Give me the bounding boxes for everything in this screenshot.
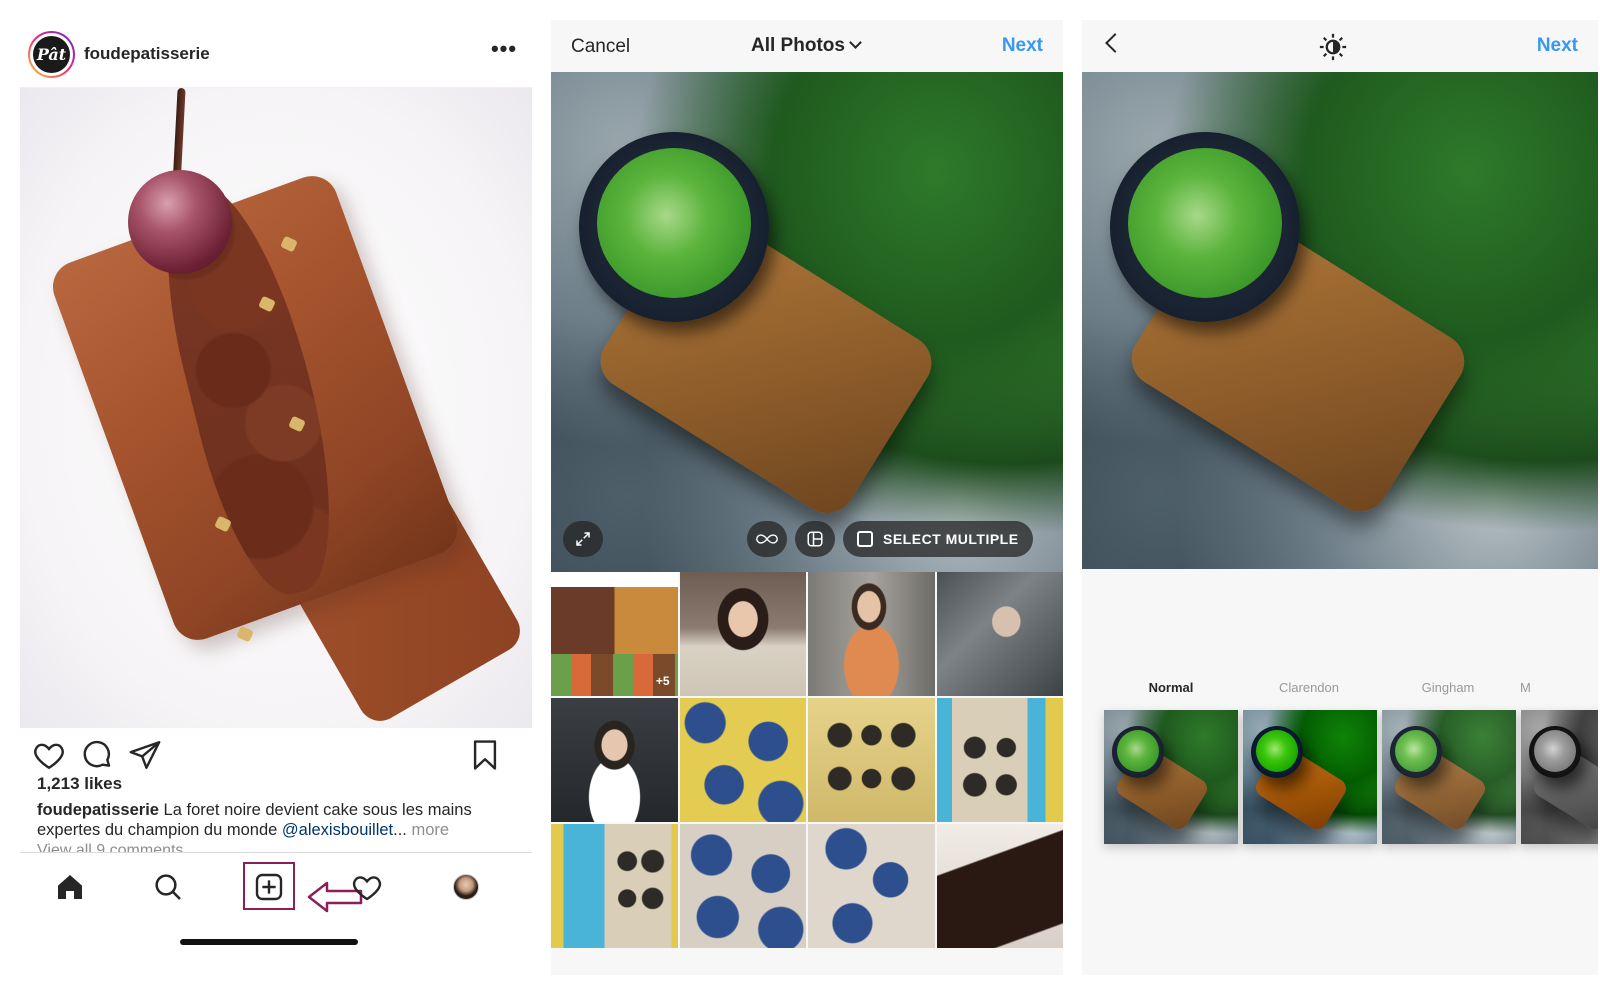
likes-count[interactable]: 1,213 likes (37, 774, 122, 794)
filter-name-normal[interactable]: Normal (1104, 680, 1238, 695)
grid-thumbnail[interactable]: +5 (551, 572, 678, 696)
post-caption: foudepatisserie La foret noire devient c… (37, 800, 517, 840)
lux-brightness-icon[interactable] (1318, 32, 1348, 62)
album-title: All Photos (751, 35, 845, 56)
cancel-button[interactable]: Cancel (571, 36, 630, 58)
filter-thumb-gingham[interactable] (1382, 710, 1516, 844)
album-selector[interactable]: All Photos (751, 35, 862, 57)
filter-name-row: Normal Clarendon Gingham M (1082, 680, 1598, 700)
more-options-icon[interactable]: ••• (486, 38, 522, 66)
select-multiple-icon (857, 531, 873, 547)
grid-thumbnail[interactable] (936, 698, 1063, 822)
photo-grid: +5 (551, 572, 1063, 975)
filter-screen: Next Normal Clarendon Gingham M (1082, 20, 1598, 975)
grid-thumbnail[interactable] (551, 698, 678, 822)
grid-thumbnail[interactable] (679, 572, 806, 696)
brand-logo: Pât (33, 36, 70, 73)
grid-thumbnail[interactable] (551, 824, 678, 948)
select-multiple-button[interactable]: SELECT MULTIPLE (843, 521, 1033, 557)
comment-bubble-icon[interactable] (80, 738, 114, 772)
next-button[interactable]: Next (1537, 35, 1578, 57)
post-username[interactable]: foudepatisserie (84, 44, 210, 64)
post-photo[interactable] (20, 88, 532, 728)
home-icon[interactable] (50, 867, 90, 907)
share-paper-plane-icon[interactable] (128, 738, 162, 772)
editor-header: Next (1082, 20, 1598, 72)
caption-ellipsis: ... (393, 821, 407, 839)
filter-name-gingham[interactable]: Gingham (1381, 680, 1515, 695)
grid-thumbnail[interactable] (808, 572, 935, 696)
gallery-header: Cancel All Photos Next (551, 20, 1063, 72)
caption-mention[interactable]: @alexisbouillet (282, 821, 393, 839)
post-actions (20, 728, 532, 778)
grid-thumbnail[interactable] (808, 698, 935, 822)
gallery-screen: Cancel All Photos Next SELECT MULTIPLE +… (551, 20, 1063, 975)
feed-screen: Pât foudepatisserie ••• 1,213 likes foud… (20, 20, 532, 975)
grid-thumbnail[interactable] (679, 698, 806, 822)
new-post-icon[interactable] (249, 867, 289, 907)
select-multiple-label: SELECT MULTIPLE (883, 531, 1019, 547)
editing-photo (1082, 72, 1598, 569)
profile-avatar[interactable] (446, 867, 486, 907)
chevron-down-icon (849, 36, 862, 49)
caption-username[interactable]: foudepatisserie (37, 801, 159, 819)
home-indicator[interactable] (180, 939, 358, 945)
layout-icon[interactable] (795, 521, 835, 557)
caption-more-link[interactable]: more (407, 821, 449, 839)
bookmark-icon[interactable] (468, 738, 502, 772)
filter-thumb-clarendon[interactable] (1243, 710, 1377, 844)
like-heart-icon[interactable] (32, 738, 66, 772)
search-icon[interactable] (148, 867, 188, 907)
grid-thumbnail[interactable] (679, 824, 806, 948)
boomerang-icon[interactable] (747, 521, 787, 557)
account-avatar[interactable]: Pât (28, 31, 75, 78)
filter-thumb-normal[interactable] (1104, 710, 1238, 844)
next-button[interactable]: Next (1002, 35, 1043, 57)
back-chevron-icon[interactable] (1105, 33, 1125, 53)
post-header: Pât foudepatisserie ••• (20, 20, 532, 88)
heart-icon[interactable] (347, 867, 387, 907)
bottom-tab-bar (20, 852, 532, 975)
grid-more-badge: +5 (655, 674, 670, 688)
expand-icon[interactable] (563, 521, 603, 557)
grid-thumbnail[interactable] (936, 572, 1063, 696)
grid-thumbnail[interactable] (936, 824, 1063, 948)
grid-thumbnail[interactable] (808, 824, 935, 948)
filter-thumb-partial[interactable] (1521, 710, 1598, 844)
selected-photo-preview[interactable]: SELECT MULTIPLE (551, 72, 1063, 572)
filter-name-partial[interactable]: M (1520, 680, 1550, 695)
filter-name-clarendon[interactable]: Clarendon (1242, 680, 1376, 695)
